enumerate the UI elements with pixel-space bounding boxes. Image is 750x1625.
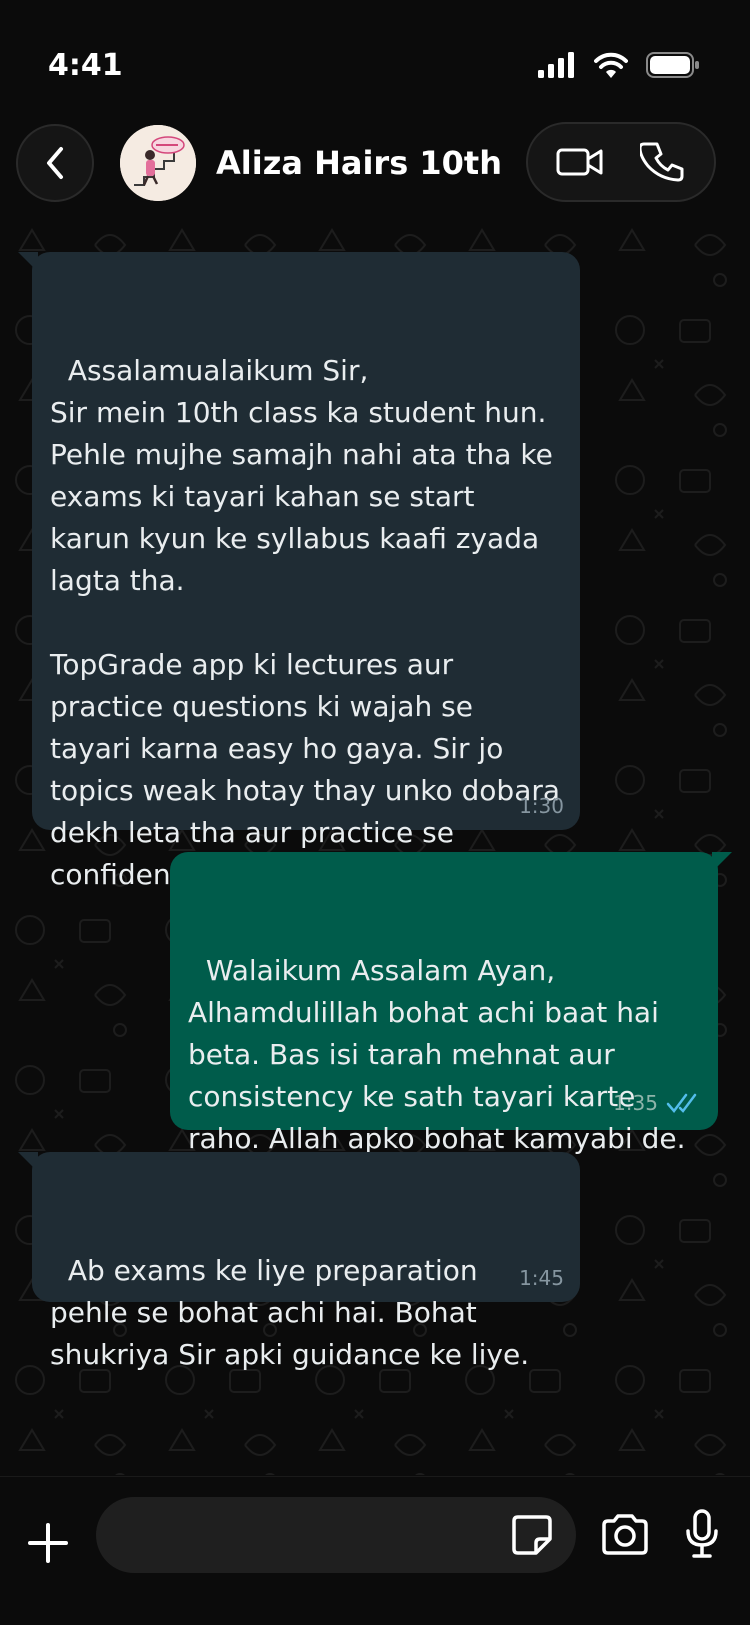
message-meta: 1:35 — [613, 1092, 700, 1114]
message-input[interactable] — [96, 1497, 576, 1573]
sticker-icon[interactable] — [510, 1513, 554, 1557]
message-bubble-incoming[interactable]: Assalamualaikum Sir, Sir mein 10th class… — [18, 252, 580, 891]
contact-avatar[interactable] — [120, 125, 196, 201]
camera-icon[interactable] — [600, 1513, 650, 1557]
status-time: 4:41 — [48, 48, 123, 83]
status-bar: 4:41 — [0, 0, 750, 110]
message-time: 1:30 — [519, 794, 564, 818]
voice-call-icon[interactable] — [640, 140, 684, 184]
read-receipt-icon — [666, 1093, 697, 1113]
message-text: Ab exams ke liye preparation pehle se bo… — [50, 1254, 530, 1371]
composer-bar — [0, 1476, 750, 1625]
message-bubble-incoming[interactable]: Ab exams ke liye preparation pehle se bo… — [18, 1152, 580, 1371]
status-icons — [538, 52, 700, 78]
contact-name[interactable]: Aliza Hairs 10th — [216, 144, 502, 182]
bubble-tail — [18, 1152, 38, 1172]
avatar-illustration — [120, 125, 196, 201]
plus-icon[interactable] — [26, 1521, 70, 1565]
message-bubble-outgoing[interactable]: Walaikum Assalam Ayan, Alhamdulillah boh… — [170, 852, 732, 1155]
back-button[interactable] — [16, 124, 94, 202]
chat-header: Aliza Hairs 10th — [0, 110, 750, 218]
message-time: 1:45 — [519, 1266, 564, 1290]
bubble-tail — [712, 852, 732, 872]
battery-icon — [646, 52, 699, 78]
call-actions — [526, 122, 716, 202]
wifi-icon — [594, 52, 628, 78]
bubble-tail — [18, 252, 38, 272]
message-time: 1:35 — [613, 1091, 658, 1115]
video-call-icon[interactable] — [556, 142, 604, 182]
cellular-signal-icon — [538, 52, 574, 78]
chevron-left-icon — [47, 147, 63, 179]
microphone-icon[interactable] — [684, 1509, 720, 1559]
message-text: Walaikum Assalam Ayan, Alhamdulillah boh… — [188, 954, 686, 1155]
message-text: Assalamualaikum Sir, Sir mein 10th class… — [50, 354, 561, 891]
